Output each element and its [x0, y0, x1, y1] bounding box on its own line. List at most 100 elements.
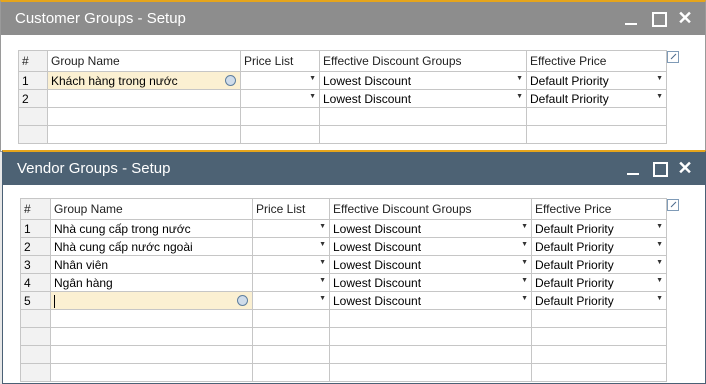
customer-groups-window: Customer Groups - Setup ✕ # Group Name P… [0, 0, 706, 152]
empty-cell [47, 107, 241, 126]
discount-groups-dropdown[interactable]: Lowest Discount [329, 255, 532, 274]
minimize-icon[interactable] [619, 6, 643, 30]
vendor-groups-grid: # Group Name Price List Effective Discou… [20, 198, 667, 382]
price-list-dropdown[interactable] [240, 71, 320, 90]
discount-groups-dropdown[interactable]: Lowest Discount [319, 89, 527, 108]
empty-cell [50, 345, 253, 364]
col-header-effective-discount-groups[interactable]: Effective Discount Groups [329, 198, 532, 220]
empty-cell [240, 125, 320, 144]
empty-cell [319, 107, 527, 126]
empty-cell [47, 125, 241, 144]
row-number: 1 [18, 71, 48, 90]
window-title: Vendor Groups - Setup [17, 160, 171, 177]
empty-cell [531, 363, 667, 382]
group-name-cell[interactable]: Khách hàng trong nước [47, 71, 241, 90]
empty-row [18, 107, 667, 126]
customer-groups-grid: # Group Name Price List Effective Discou… [18, 50, 667, 144]
window-title: Customer Groups - Setup [15, 10, 186, 27]
empty-cell [252, 327, 330, 346]
table-row: 5 Lowest Discount Default Priority [20, 291, 667, 310]
col-header-effective-discount-groups[interactable]: Effective Discount Groups [319, 50, 527, 72]
customer-groups-titlebar[interactable]: Customer Groups - Setup ✕ [1, 2, 705, 35]
effective-price-dropdown[interactable]: Default Priority [531, 255, 667, 274]
discount-groups-dropdown[interactable]: Lowest Discount [329, 291, 532, 310]
price-list-dropdown[interactable] [252, 219, 330, 238]
empty-row [20, 309, 667, 328]
empty-cell [50, 327, 253, 346]
effective-price-dropdown[interactable]: Default Priority [531, 237, 667, 256]
group-name-cell[interactable]: Ngân hàng [50, 273, 253, 292]
table-row: 4 Ngân hàng Lowest Discount Default Prio… [20, 273, 667, 292]
effective-price-dropdown[interactable]: Default Priority [531, 291, 667, 310]
choose-from-list-icon[interactable] [237, 295, 248, 306]
effective-price-dropdown[interactable]: Default Priority [531, 273, 667, 292]
group-name-cell[interactable]: Nhân viên [50, 255, 253, 274]
maximize-icon[interactable] [647, 156, 671, 180]
row-number-empty [18, 107, 48, 126]
group-name-cell[interactable]: Nhà cung cấp trong nước [50, 219, 253, 238]
group-name-value: Khách hàng trong nước [51, 73, 178, 88]
group-name-cell[interactable] [47, 89, 241, 108]
empty-cell [526, 107, 667, 126]
table-row: 1 Khách hàng trong nước Lowest Discount … [18, 71, 667, 90]
empty-cell [526, 125, 667, 144]
price-list-dropdown[interactable] [252, 255, 330, 274]
col-header-price-list[interactable]: Price List [240, 50, 320, 72]
effective-price-dropdown[interactable]: Default Priority [526, 89, 667, 108]
row-number: 3 [20, 255, 51, 274]
group-name-cell[interactable]: Nhà cung cấp nước ngoài [50, 237, 253, 256]
close-icon[interactable]: ✕ [673, 6, 697, 30]
price-list-dropdown[interactable] [252, 291, 330, 310]
col-header-group-name[interactable]: Group Name [47, 50, 241, 72]
empty-cell [329, 363, 532, 382]
col-header-effective-price[interactable]: Effective Price [531, 198, 667, 220]
empty-row [20, 363, 667, 382]
empty-cell [50, 363, 253, 382]
expand-grid-icon[interactable] [667, 51, 679, 63]
price-list-dropdown[interactable] [252, 237, 330, 256]
close-icon[interactable]: ✕ [673, 156, 697, 180]
empty-cell [50, 309, 253, 328]
col-header-number: # [20, 198, 51, 220]
col-header-effective-price[interactable]: Effective Price [526, 50, 667, 72]
row-number-empty [20, 327, 51, 346]
col-header-group-name[interactable]: Group Name [50, 198, 253, 220]
discount-groups-dropdown[interactable]: Lowest Discount [319, 71, 527, 90]
minimize-icon[interactable] [621, 156, 645, 180]
empty-cell [531, 345, 667, 364]
empty-cell [531, 309, 667, 328]
col-header-price-list[interactable]: Price List [252, 198, 330, 220]
row-number: 4 [20, 273, 51, 292]
empty-cell [252, 309, 330, 328]
row-number: 1 [20, 219, 51, 238]
empty-cell [329, 345, 532, 364]
empty-cell [329, 327, 532, 346]
effective-price-dropdown[interactable]: Default Priority [526, 71, 667, 90]
empty-cell [329, 309, 532, 328]
discount-groups-dropdown[interactable]: Lowest Discount [329, 219, 532, 238]
maximize-icon[interactable] [646, 6, 670, 30]
discount-groups-dropdown[interactable]: Lowest Discount [329, 273, 532, 292]
price-list-dropdown[interactable] [240, 89, 320, 108]
effective-price-dropdown[interactable]: Default Priority [531, 219, 667, 238]
row-number-empty [20, 345, 51, 364]
empty-cell [531, 327, 667, 346]
empty-row [18, 125, 667, 144]
row-number: 5 [20, 291, 51, 310]
vendor-groups-titlebar[interactable]: Vendor Groups - Setup ✕ [3, 152, 705, 185]
choose-from-list-icon[interactable] [225, 75, 236, 86]
expand-grid-icon[interactable] [667, 199, 679, 211]
grid-header-row: # Group Name Price List Effective Discou… [20, 198, 667, 220]
empty-cell [319, 125, 527, 144]
row-number-empty [20, 363, 51, 382]
discount-groups-dropdown[interactable]: Lowest Discount [329, 237, 532, 256]
empty-cell [252, 345, 330, 364]
row-number-empty [18, 125, 48, 144]
table-row: 2 Lowest Discount Default Priority [18, 89, 667, 108]
row-number-empty [20, 309, 51, 328]
text-caret [54, 294, 55, 308]
empty-row [20, 327, 667, 346]
group-name-input-cell[interactable] [50, 291, 253, 310]
empty-cell [240, 107, 320, 126]
price-list-dropdown[interactable] [252, 273, 330, 292]
